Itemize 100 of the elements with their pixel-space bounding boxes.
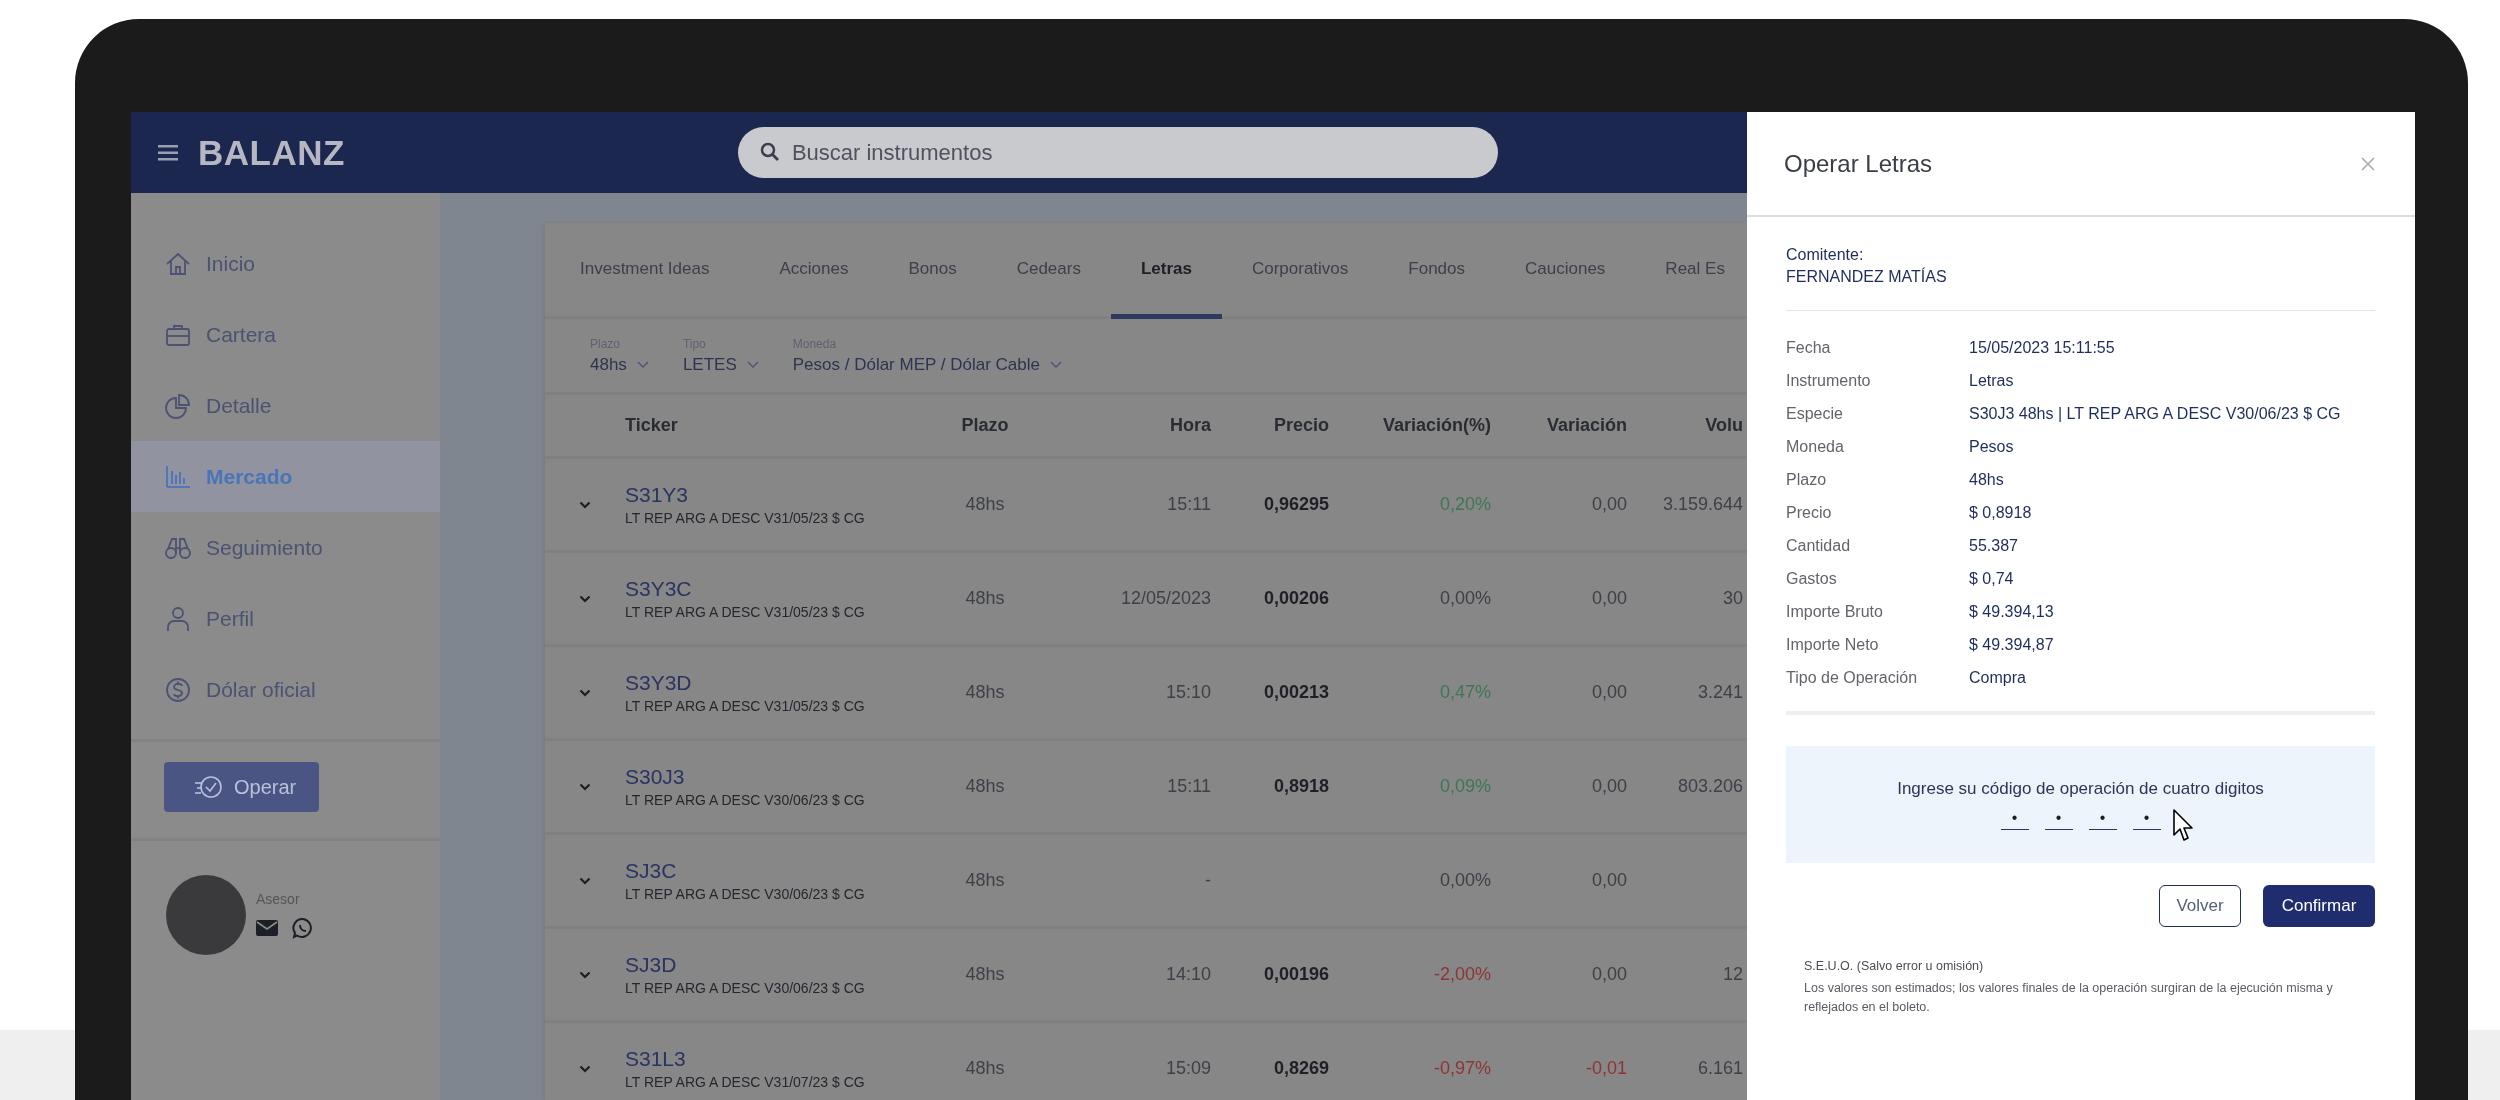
code-digit-field[interactable]: • xyxy=(2088,807,2117,830)
market-tab[interactable]: Cauciones xyxy=(1495,223,1636,319)
ticker-text: S30J3 xyxy=(625,765,686,789)
chevron-down-icon xyxy=(636,360,649,369)
ticker-description: LT REP ARG A DESC V30/06/23 $ CG xyxy=(625,980,866,996)
operate-button[interactable]: Operar xyxy=(164,762,319,812)
table-cell: 0,00 xyxy=(1591,964,1627,984)
table-cell: 0,09% xyxy=(1439,776,1491,796)
brand-logo: BALANZ xyxy=(198,132,345,173)
panel-title: Operar Letras xyxy=(1784,149,1933,178)
table-cell-text: 15:11 xyxy=(1166,494,1211,515)
ticker-description: LT REP ARG A DESC V31/05/23 $ CG xyxy=(625,510,866,526)
chat-bubble-icon[interactable] xyxy=(292,917,314,939)
detail-value: 15/05/2023 15:11:55 xyxy=(1969,339,2116,357)
table-cell-text: 48hs xyxy=(964,1058,1006,1079)
detail-value: 55.387 xyxy=(1969,537,2019,555)
sidebar-item[interactable]: Perfil xyxy=(131,583,440,654)
dollar-coin-icon xyxy=(164,675,192,704)
code-digit-field[interactable]: • xyxy=(2132,807,2161,830)
chevron-down-icon[interactable] xyxy=(579,782,591,791)
table-cell: 0,00% xyxy=(1439,588,1491,608)
ticker-text: SJ3C xyxy=(625,859,678,883)
table-cell-text: 15:09 xyxy=(1164,1058,1211,1079)
column-header: Variación xyxy=(1545,415,1627,436)
table-cell: 0,00 xyxy=(1591,588,1627,608)
chevron-down-icon[interactable] xyxy=(579,594,591,603)
table-row[interactable]: S30J3 LT REP ARG A DESC V30/06/23 $ CG 48hs 15:11 0,8918 0,09% 0,00 803.206 xyxy=(545,741,1747,835)
table-cell-text: 48hs xyxy=(964,870,1006,891)
market-tab[interactable]: Fondos xyxy=(1378,223,1496,319)
table-cell: 3.159.644 xyxy=(1662,494,1743,514)
table-cell: 3.241 xyxy=(1697,682,1743,702)
detail-label: Importe Neto xyxy=(1786,636,1880,654)
chevron-down-icon xyxy=(1049,360,1062,369)
market-tab[interactable]: Letras xyxy=(1110,223,1222,319)
table-row[interactable]: S31Y3 LT REP ARG A DESC V31/05/23 $ CG 48hs 15:11 0,96295 0,20% 0,00 3.159.644 xyxy=(545,459,1747,553)
code-prompt: Ingrese su código de operación de cuatro digitos xyxy=(1897,779,2264,799)
table-cell: 0,8269 xyxy=(1273,1058,1329,1078)
ticker-text: S3Y3D xyxy=(625,671,693,695)
market-tab[interactable]: Real Es xyxy=(1635,223,1747,319)
sidebar-item[interactable]: Detalle xyxy=(131,370,440,441)
chevron-down-icon[interactable] xyxy=(579,1064,591,1073)
table-cell: 0,00206 xyxy=(1263,588,1329,608)
table-cell-text: 15:11 xyxy=(1166,776,1211,797)
ticker-text: SJ3D xyxy=(625,953,678,977)
table-cell: 0,00% xyxy=(1439,870,1491,890)
table-row[interactable]: SJ3C LT REP ARG A DESC V30/06/23 $ CG 48hs - 0,00% 0,00 xyxy=(545,835,1747,929)
detail-label: Especie xyxy=(1786,405,1844,423)
market-tab[interactable]: Acciones xyxy=(749,223,879,319)
table-cell: 0,8918 xyxy=(1273,776,1329,796)
detail-value: Letras xyxy=(1969,372,2015,390)
detail-value: $ 49.394,13 xyxy=(1969,603,2055,621)
ticker-text: S31Y3 xyxy=(625,483,690,507)
table-cell-text: 14:10 xyxy=(1164,964,1211,985)
ticker-text: S3Y3C xyxy=(625,577,693,601)
table-cell: 0,20% xyxy=(1439,494,1491,514)
table-cell-text: 12/05/2023 xyxy=(1119,588,1211,609)
chevron-down-icon[interactable] xyxy=(579,876,591,885)
chevron-down-icon xyxy=(746,360,759,369)
back-button[interactable]: Volver xyxy=(2159,885,2241,927)
market-tab[interactable]: Corporativos xyxy=(1221,223,1379,319)
column-header: Precio xyxy=(1272,415,1329,436)
detail-label: Gastos xyxy=(1786,570,1838,588)
market-tab[interactable]: Cedears xyxy=(986,223,1111,319)
sidebar-item[interactable]: Cartera xyxy=(131,299,440,370)
code-digit-field[interactable]: • xyxy=(2044,807,2073,830)
table-cell: 6.161 xyxy=(1697,1058,1743,1078)
market-tab[interactable]: Bonos xyxy=(878,223,987,319)
table-cell-text: 48hs xyxy=(964,964,1006,985)
chevron-down-icon[interactable] xyxy=(579,500,591,509)
code-digit-field[interactable]: • xyxy=(2000,807,2029,830)
disclaimer-text: Los valores son estimados; los valores finales de la operación surgiran de la ejecución misma y reflejados en el boleto. xyxy=(1804,980,2334,1016)
menu-icon[interactable] xyxy=(158,144,178,161)
detail-label: Tipo de Operación xyxy=(1786,669,1919,687)
table-cell-text: 15:10 xyxy=(1164,682,1211,703)
sidebar-item[interactable]: Inicio xyxy=(131,228,440,299)
column-header: Ticker xyxy=(625,415,679,436)
table-cell: 803.206 xyxy=(1677,776,1743,796)
sidebar-item[interactable]: Dólar oficial xyxy=(131,654,440,725)
column-header: Variación(%) xyxy=(1381,415,1491,436)
market-tab[interactable]: Investment Ideas xyxy=(580,223,750,319)
confirm-button[interactable]: Confirmar xyxy=(2263,885,2375,927)
sidebar-item[interactable]: Seguimiento xyxy=(131,512,440,583)
column-header: Volu xyxy=(1704,415,1744,436)
table-row[interactable]: SJ3D LT REP ARG A DESC V30/06/23 $ CG 48hs 14:10 0,00196 -2,00% 0,00 12 xyxy=(545,929,1747,1023)
chevron-down-icon[interactable] xyxy=(579,688,591,697)
table-cell: -0,01 xyxy=(1585,1058,1627,1078)
table-cell: 30 xyxy=(1722,588,1743,608)
table-cell: 0,00 xyxy=(1591,682,1627,702)
detail-label: Instrumento xyxy=(1786,372,1872,390)
chevron-down-icon[interactable] xyxy=(579,970,591,979)
detail-label: Moneda xyxy=(1786,438,1845,456)
detail-label: Precio xyxy=(1786,504,1833,522)
table-row[interactable]: S3Y3D LT REP ARG A DESC V31/05/23 $ CG 48hs 15:10 0,00213 0,47% 0,00 3.241 xyxy=(545,647,1747,741)
table-cell: 0,00 xyxy=(1591,870,1627,890)
client-name: FERNANDEZ MATÍAS xyxy=(1786,268,1948,286)
table-row[interactable]: S3Y3C LT REP ARG A DESC V31/05/23 $ CG 48hs 12/05/2023 0,00206 0,00% 0,00 30 xyxy=(545,553,1747,647)
search-field[interactable]: Buscar instrumentos xyxy=(737,127,1498,178)
envelope-icon[interactable] xyxy=(256,920,278,936)
ticker-description: LT REP ARG A DESC V31/05/23 $ CG xyxy=(625,604,866,620)
ticker-description: LT REP ARG A DESC V31/07/23 $ CG xyxy=(625,1074,866,1090)
